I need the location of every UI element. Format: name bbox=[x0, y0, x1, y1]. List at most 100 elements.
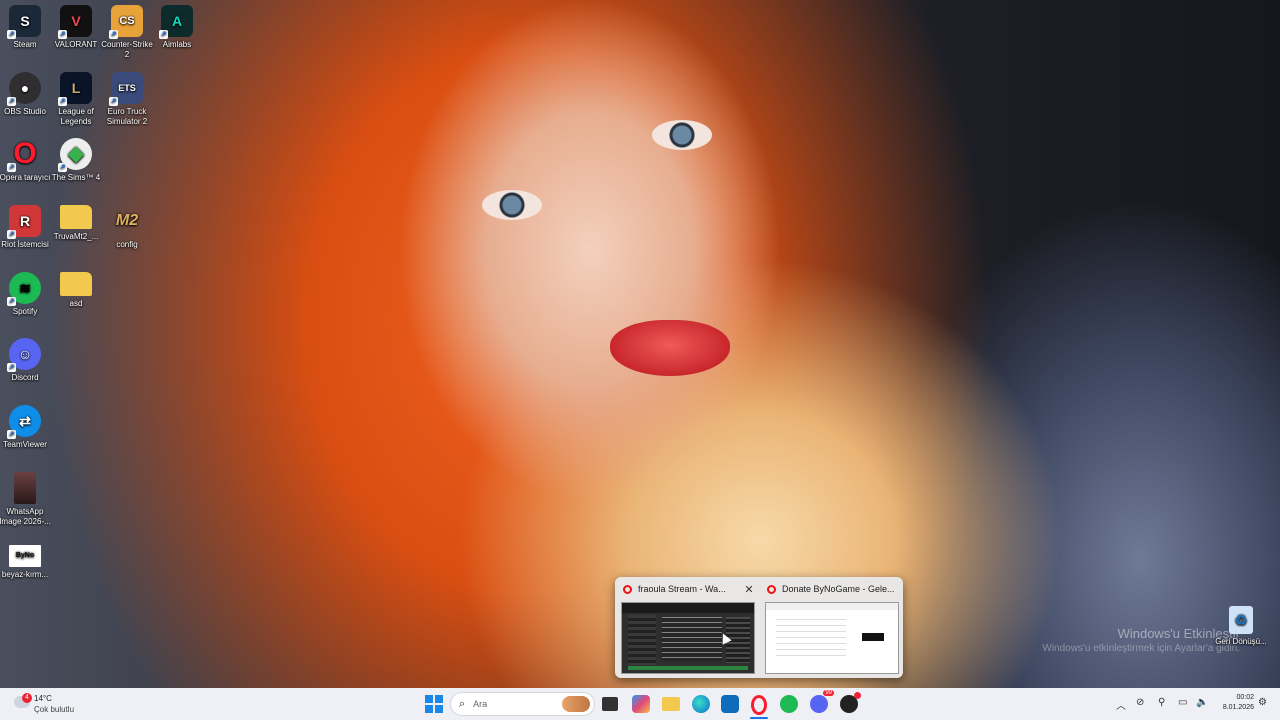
desktop-icon-steam[interactable]: S ↗ Steam bbox=[0, 5, 53, 50]
weather-badge: 4 bbox=[22, 693, 32, 703]
desktop-icon-label: Steam bbox=[13, 40, 37, 49]
riot-client-icon: R ↗ bbox=[7, 205, 41, 239]
weather-temp: 14°C bbox=[34, 694, 52, 703]
desktop-icon-whatsapp-image[interactable]: WhatsApp Image 2026-... bbox=[0, 472, 53, 527]
desktop-icon-opera[interactable]: O ↗ Opera tarayıcı bbox=[0, 138, 53, 183]
search-icon: ⌕ bbox=[459, 697, 466, 710]
desktop-icon-label: Opera tarayıcı bbox=[0, 173, 51, 182]
desktop-icon-label: TruvaMt2_... bbox=[53, 232, 99, 241]
discord-taskbar-icon[interactable]: 99 bbox=[810, 690, 834, 713]
desktop-icon-label: Spotify bbox=[12, 307, 38, 316]
opera-icon: O ↗ bbox=[7, 137, 37, 172]
folder-icon bbox=[60, 205, 92, 229]
desktop-icon-discord[interactable]: ☺ ↗ Discord bbox=[0, 338, 53, 383]
desktop-icon-label: Euro Truck Simulator 2 bbox=[106, 107, 148, 126]
desktop-icon-label: The Sims™ 4 bbox=[51, 173, 101, 182]
microphone-icon[interactable]: ⚲ bbox=[1158, 697, 1165, 708]
desktop-icon-riot-client[interactable]: R ↗ Riot İstemcisi bbox=[0, 205, 53, 250]
active-app-indicator bbox=[750, 717, 768, 719]
image-file-icon: ByNo bbox=[9, 545, 41, 567]
discord-badge: 99 bbox=[823, 690, 834, 696]
desktop-icon-the-sims[interactable]: ◆ ↗ The Sims™ 4 bbox=[48, 138, 104, 183]
desktop-icon-label: Discord bbox=[11, 373, 39, 382]
volume-icon[interactable]: 🔈 bbox=[1196, 697, 1208, 708]
display-icon[interactable]: ▭ bbox=[1178, 697, 1187, 708]
counter-strike-icon: CS ↗ bbox=[109, 5, 143, 39]
desktop-icon-label: Geri Dönüşü... bbox=[1215, 637, 1267, 646]
weather-widget[interactable]: 4 14°C Çok bulutlu bbox=[6, 692, 96, 716]
system-clock[interactable]: 00:02 8.01.2026 bbox=[1214, 693, 1254, 713]
desktop-icon-label: League of Legends bbox=[58, 107, 94, 126]
notifications-icon[interactable]: ⚙ bbox=[1258, 697, 1267, 708]
desktop-icon-label: config bbox=[116, 240, 138, 249]
desktop-icon-obs-studio[interactable]: ● ↗ OBS Studio bbox=[0, 72, 53, 117]
desktop-icon-counter-strike[interactable]: CS ↗ Counter-Strike 2 bbox=[99, 5, 155, 60]
windows-logo-icon bbox=[425, 695, 443, 713]
desktop-icon-config[interactable]: M2 config bbox=[99, 205, 155, 250]
league-of-legends-icon: L ↗ bbox=[58, 72, 92, 106]
desktop-icon-euro-truck-simulator[interactable]: ETS ↗ Euro Truck Simulator 2 bbox=[99, 72, 155, 127]
desktop-icon-label: TeamViewer bbox=[3, 440, 47, 449]
opera-icon bbox=[767, 584, 776, 594]
chevron-up-icon[interactable]: ︿ bbox=[1116, 697, 1126, 712]
preview-thumbnail-light bbox=[765, 602, 899, 674]
task-view-icon[interactable] bbox=[602, 697, 618, 711]
image-file-icon bbox=[14, 472, 36, 504]
edge-icon[interactable] bbox=[692, 695, 710, 713]
preview-thumbnail-dark bbox=[621, 602, 755, 674]
notification-dot bbox=[854, 692, 861, 699]
teamviewer-icon: ⇄ ↗ bbox=[7, 405, 41, 439]
preview-window-2[interactable]: Donate ByNoGame - Gele... bbox=[763, 582, 899, 674]
search-highlight-icon bbox=[562, 696, 590, 712]
spotify-taskbar-icon[interactable] bbox=[780, 695, 798, 713]
preview-window-1[interactable]: fraoula Stream - Wa... ✕ bbox=[619, 582, 755, 674]
opera-icon bbox=[623, 584, 632, 594]
wallpaper-eye-right bbox=[652, 120, 712, 150]
desktop-icon-label: Aimlabs bbox=[162, 40, 192, 49]
desktop-icon-label: Counter-Strike 2 bbox=[101, 40, 153, 59]
preview-window-title: Donate ByNoGame - Gele... bbox=[782, 584, 895, 594]
opera-taskbar-icon[interactable] bbox=[751, 695, 767, 715]
taskbar-thumbnail-preview: fraoula Stream - Wa... ✕ Donate ByNoGame… bbox=[615, 577, 903, 678]
clock-time: 00:02 bbox=[1236, 694, 1254, 701]
widgets-icon[interactable] bbox=[632, 695, 650, 713]
discord-icon: ☺ ↗ bbox=[7, 338, 41, 372]
wallpaper-eye-left bbox=[482, 190, 542, 220]
spotify-icon: ≋ ↗ bbox=[7, 272, 41, 306]
desktop-icon-label: WhatsApp Image 2026-... bbox=[0, 507, 51, 526]
the-sims-icon: ◆ ↗ bbox=[58, 138, 92, 172]
folder-icon bbox=[60, 272, 92, 296]
desktop-icon-spotify[interactable]: ≋ ↗ Spotify bbox=[0, 272, 53, 317]
desktop-icon-label: beyaz-kırm... bbox=[1, 570, 49, 579]
desktop-icon-label: OBS Studio bbox=[4, 107, 46, 116]
network-off-icon[interactable]: ⊘ bbox=[1136, 697, 1144, 708]
desktop-icon-recycle-bin[interactable]: ♻ Geri Dönüşü... bbox=[1213, 606, 1269, 647]
desktop-icon-truvamt2-folder[interactable]: TruvaMt2_... bbox=[48, 205, 104, 242]
desktop-icon-beyaz-kirm[interactable]: ByNo beyaz-kırm... bbox=[0, 545, 53, 580]
obs-icon: ● ↗ bbox=[7, 72, 41, 106]
desktop-icon-valorant[interactable]: V ↗ VALORANT bbox=[48, 5, 104, 50]
valorant-icon: V ↗ bbox=[58, 5, 92, 39]
wallpaper-lips bbox=[610, 320, 730, 376]
desktop-icon-label: asd bbox=[69, 299, 83, 308]
desktop-icon-league-of-legends[interactable]: L ↗ League of Legends bbox=[48, 72, 104, 127]
taskbar: 4 14°C Çok bulutlu ⌕ Ara 99 ︿ ⊘ ⚲ ▭ 🔈 00… bbox=[0, 688, 1280, 720]
store-icon[interactable] bbox=[721, 695, 739, 713]
euro-truck-simulator-icon: ETS ↗ bbox=[109, 72, 143, 106]
taskbar-search[interactable]: ⌕ Ara bbox=[450, 692, 595, 716]
file-explorer-icon[interactable] bbox=[662, 697, 680, 711]
clock-date: 8.01.2026 bbox=[1222, 704, 1254, 711]
desktop-icon-teamviewer[interactable]: ⇄ ↗ TeamViewer bbox=[0, 405, 53, 450]
close-icon[interactable]: ✕ bbox=[743, 583, 755, 596]
desktop-icon-label: VALORANT bbox=[54, 40, 98, 49]
desktop-icon-asd-folder[interactable]: asd bbox=[48, 272, 104, 309]
aimlabs-icon: A ↗ bbox=[159, 5, 193, 39]
start-button[interactable] bbox=[425, 695, 443, 713]
desktop-icon-label: Riot İstemcisi bbox=[1, 240, 49, 249]
preview-window-title: fraoula Stream - Wa... bbox=[638, 584, 726, 594]
weather-condition: Çok bulutlu bbox=[34, 705, 75, 714]
steam-taskbar-icon[interactable] bbox=[840, 692, 861, 713]
desktop-icon-aimlabs[interactable]: A ↗ Aimlabs bbox=[149, 5, 205, 50]
activation-watermark-subtitle: Windows'u etkinleştirmek için Ayarlar'a … bbox=[1042, 643, 1240, 654]
metin2-icon: M2 bbox=[115, 212, 139, 229]
